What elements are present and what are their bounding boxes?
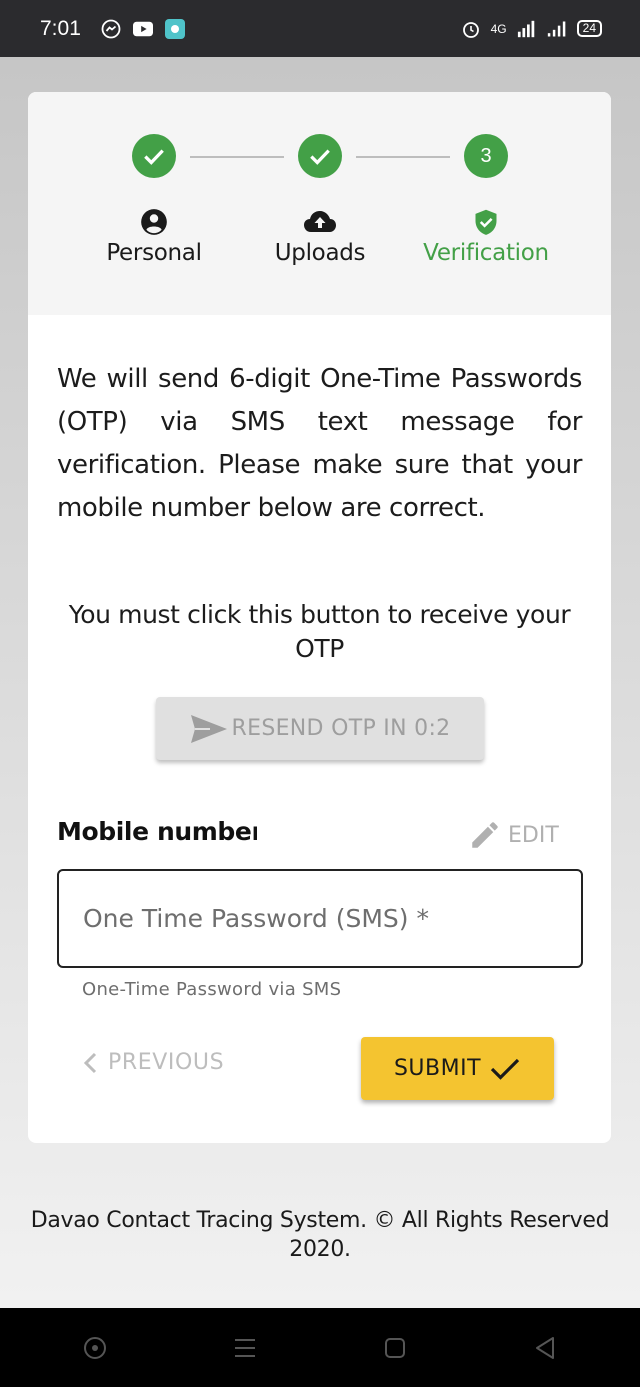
account-circle-icon bbox=[140, 208, 168, 236]
assistant-nav-icon[interactable] bbox=[75, 1328, 115, 1368]
otp-instruction: You must click this button to receive yo… bbox=[68, 600, 571, 663]
status-right: 4G 24 bbox=[461, 19, 602, 39]
navigation-bar bbox=[0, 1308, 640, 1387]
home-nav-icon[interactable] bbox=[375, 1328, 415, 1368]
alarm-icon bbox=[461, 19, 481, 39]
youtube-icon bbox=[132, 19, 153, 39]
verification-card: 3 Personal Uploads Verification We will … bbox=[28, 92, 611, 1143]
status-left: 7:01 bbox=[40, 17, 185, 41]
mobile-number-label: Mobile number: bbox=[57, 817, 257, 846]
check-icon bbox=[489, 1055, 521, 1083]
app-notification-icon bbox=[164, 18, 185, 39]
resend-otp-label: RESEND OTP IN 0:2 bbox=[231, 716, 451, 741]
step-2-complete-icon bbox=[298, 134, 342, 178]
send-icon bbox=[190, 713, 228, 745]
submit-label: SUBMIT bbox=[393, 1056, 482, 1081]
chevron-left-icon bbox=[82, 1052, 98, 1074]
shield-check-icon bbox=[472, 208, 500, 236]
back-nav-icon[interactable] bbox=[525, 1328, 565, 1368]
resend-otp-button[interactable]: RESEND OTP IN 0:2 bbox=[156, 697, 484, 760]
previous-label: PREVIOUS bbox=[108, 1050, 225, 1075]
status-bar: 7:01 4G 24 bbox=[0, 0, 640, 57]
otp-helper-text: One-Time Password via SMS bbox=[82, 979, 342, 1000]
submit-button[interactable]: SUBMIT bbox=[361, 1037, 554, 1100]
footer-copyright: Davao Contact Tracing System. © All Righ… bbox=[30, 1208, 610, 1262]
cloud-upload-icon bbox=[303, 208, 337, 236]
otp-input[interactable]: One Time Password (SMS) * bbox=[57, 869, 583, 968]
battery-indicator: 24 bbox=[576, 20, 602, 37]
signal-icon-2 bbox=[547, 19, 567, 39]
step-connector bbox=[356, 156, 450, 158]
menu-nav-icon[interactable] bbox=[225, 1328, 265, 1368]
pencil-icon bbox=[468, 818, 502, 852]
step-connector bbox=[190, 156, 284, 158]
stepper: 3 Personal Uploads Verification bbox=[28, 92, 611, 315]
step-3-number: 3 bbox=[464, 134, 508, 178]
messenger-icon bbox=[101, 19, 121, 39]
edit-label: EDIT bbox=[508, 822, 559, 848]
edit-mobile-button[interactable]: EDIT bbox=[468, 818, 559, 852]
network-type-text: 4G bbox=[490, 21, 507, 36]
otp-description: We will send 6-digit One-Time Passwords … bbox=[57, 364, 582, 523]
status-time: 7:01 bbox=[40, 16, 81, 40]
previous-button[interactable]: PREVIOUS bbox=[82, 1050, 224, 1075]
otp-placeholder: One Time Password (SMS) * bbox=[83, 904, 429, 933]
signal-icon bbox=[517, 19, 537, 39]
step-1-complete-icon bbox=[132, 134, 176, 178]
step-label-verification: Verification bbox=[423, 240, 549, 266]
